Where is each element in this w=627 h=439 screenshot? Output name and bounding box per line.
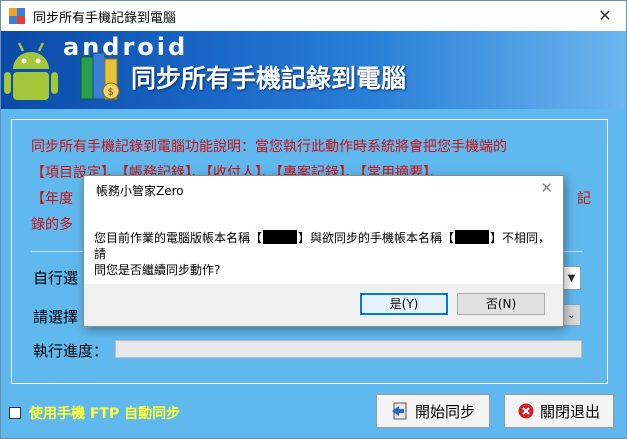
dialog-yes-button[interactable]: 是(Y) (360, 293, 448, 315)
close-circle-icon (518, 403, 534, 419)
description-line-3-tail: 記 (577, 191, 591, 207)
chevron-down-icon[interactable]: ⌄ (562, 305, 580, 325)
window-close-icon[interactable]: ✕ (596, 7, 614, 25)
app-icon (9, 8, 25, 24)
dialog-message-part2: 】與欲同步的手機帳本名稱【 (298, 231, 455, 245)
ftp-sync-option[interactable]: 使用手機 FTP 自動同步 (9, 403, 180, 423)
books-icon: $ (80, 52, 120, 100)
title-bar: 同步所有手機記錄到電腦 ✕ (1, 1, 626, 31)
description-line-1: 同步所有手機記錄到電腦功能說明：當您執行此動作時系統將會把您手機端的 (31, 139, 507, 155)
dialog-message-line2: 問您是否繼續同步動作? (94, 263, 221, 277)
confirm-dialog: 帳務小管家Zero ✕ 您目前作業的電腦版帳本名稱【 】與欲同步的手機帳本名稱【】… (83, 175, 564, 327)
progress-bar (115, 340, 582, 358)
description-line-3-text: 【年度 (31, 191, 73, 207)
android-robot-icon (4, 42, 58, 100)
ftp-sync-checkbox[interactable] (9, 407, 21, 419)
dialog-close-icon[interactable]: ✕ (540, 179, 553, 197)
chevron-down-icon[interactable]: ▼ (562, 267, 580, 289)
svg-text:$: $ (108, 87, 114, 98)
close-exit-button[interactable]: 關閉退出 (504, 394, 614, 428)
dialog-message: 您目前作業的電腦版帳本名稱【 】與欲同步的手機帳本名稱【 】不相同，請 問您是否繼續… (94, 230, 554, 278)
dialog-message-part1: 您目前作業的電腦版帳本名稱【 (94, 231, 263, 245)
redacted-pc-book-name (263, 230, 298, 244)
window-title: 同步所有手機記錄到電腦 (33, 10, 177, 26)
select-label-1: 自行選 (33, 269, 79, 287)
start-sync-label: 開始同步 (414, 402, 475, 421)
dialog-footer: 是(Y) 否(N) (84, 284, 563, 326)
start-sync-button[interactable]: 開始同步 (376, 394, 490, 428)
ftp-sync-label: 使用手機 FTP 自動同步 (29, 406, 181, 422)
progress-label: 執行進度： (33, 342, 109, 360)
redacted-phone-book-name (455, 230, 490, 244)
banner-title: 同步所有手機記錄到電腦 (131, 64, 407, 93)
close-exit-label: 關閉退出 (539, 402, 600, 421)
dialog-title: 帳務小管家Zero (96, 184, 184, 198)
dialog-no-button[interactable]: 否(N) (457, 293, 545, 315)
sync-icon (391, 402, 409, 420)
select-label-2: 請選擇 (33, 308, 79, 326)
header-banner: android $ 同步所有手機記錄到電腦 (1, 31, 626, 109)
main-window: 同步所有手機記錄到電腦 ✕ android $ 同步所有手機記錄到電腦 同步所有… (0, 0, 627, 439)
